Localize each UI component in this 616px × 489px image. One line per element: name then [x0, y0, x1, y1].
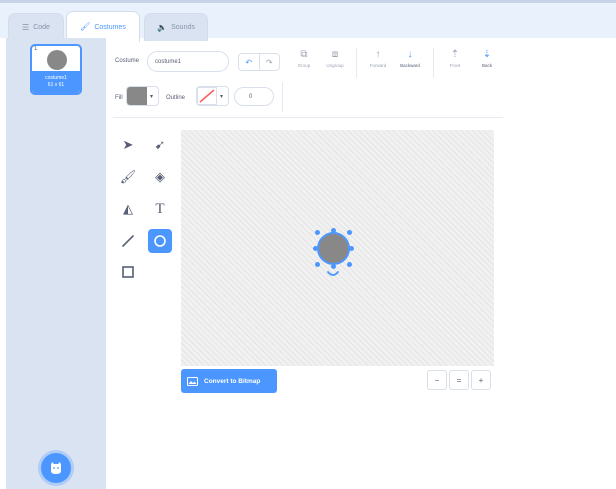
eraser-tool[interactable]: ◈: [148, 165, 172, 189]
speaker-icon: 🔈: [157, 22, 168, 32]
arrow-top-icon: ⇡: [450, 49, 460, 60]
back-label: Back: [481, 63, 492, 68]
fill-swatch: [127, 87, 147, 105]
rectangle-tool[interactable]: [116, 260, 140, 284]
convert-to-bitmap-button[interactable]: Convert to Bitmap: [181, 369, 277, 393]
line-tool[interactable]: [116, 229, 140, 253]
chevron-down-icon: ▾: [150, 93, 154, 100]
pointer-icon: ➤: [122, 137, 134, 152]
tab-code-label: Code: [33, 24, 50, 31]
fill-tool[interactable]: ◭: [116, 197, 140, 221]
forward-label: Forward: [369, 63, 387, 68]
arrow-up-icon: ↑: [375, 49, 381, 60]
eraser-icon: ◈: [155, 169, 165, 184]
costume-name-label: Costume: [115, 58, 140, 64]
tab-costumes-label: Costumes: [94, 23, 126, 31]
rectangle-icon: [122, 266, 134, 278]
brush-tool[interactable]: 🖌: [116, 165, 140, 189]
chevron-down-icon: ▾: [220, 93, 224, 100]
costume-name-input[interactable]: costume1: [147, 51, 229, 72]
reshape-tool[interactable]: ➹: [148, 133, 172, 157]
resize-handle[interactable]: [347, 230, 352, 235]
backward-label: Backward: [400, 63, 420, 68]
back-button[interactable]: ⇣ Back: [476, 49, 498, 69]
toolbar-divider: [433, 48, 434, 78]
select-tool[interactable]: ➤: [116, 133, 140, 157]
reshape-icon: ➹: [154, 137, 166, 152]
rotate-handle-icon[interactable]: [326, 270, 340, 278]
fill-color-picker[interactable]: ▾: [126, 86, 159, 106]
tab-code[interactable]: ☰ Code: [8, 13, 64, 41]
outline-width-input[interactable]: 0: [234, 87, 274, 106]
outline-color-picker[interactable]: ▾: [196, 86, 229, 106]
resize-handle[interactable]: [347, 262, 352, 267]
costume-tile[interactable]: 1 costume1 61 x 61: [30, 44, 82, 95]
zoom-out-button[interactable]: −: [427, 370, 447, 390]
front-button[interactable]: ⇡ Front: [444, 49, 466, 69]
brush-icon: 🖌: [80, 22, 91, 31]
group-icon: ⧉: [300, 49, 308, 60]
undo-icon[interactable]: ↶: [239, 54, 259, 70]
costume-info: costume1 61 x 61: [32, 71, 80, 93]
costume-index: 1: [34, 46, 38, 52]
resize-handle[interactable]: [315, 230, 320, 235]
zoom-in-icon: +: [478, 375, 484, 385]
redo-icon[interactable]: ↷: [258, 54, 280, 70]
backward-button[interactable]: ↓ Backward: [399, 49, 421, 69]
resize-handle[interactable]: [315, 262, 320, 267]
costume-name: costume1: [45, 75, 67, 81]
zoom-controls: − = +: [427, 370, 491, 390]
outline-label: Outline: [166, 95, 186, 101]
image-icon: [187, 376, 198, 386]
resize-handle[interactable]: [331, 228, 336, 233]
toolbar-divider: [356, 48, 357, 78]
ungroup-icon: ⧈: [331, 49, 339, 60]
circle-tool[interactable]: [148, 229, 172, 253]
add-costume-button[interactable]: [41, 453, 71, 483]
forward-button[interactable]: ↑ Forward: [367, 49, 389, 69]
code-icon: ☰: [22, 22, 30, 32]
toolbar-separator: [113, 117, 503, 118]
zoom-out-icon: −: [434, 375, 440, 385]
paint-bucket-icon: ◭: [123, 201, 133, 216]
tab-sounds[interactable]: 🔈 Sounds: [144, 13, 208, 41]
brush-icon: 🖌: [119, 169, 137, 184]
resize-handle[interactable]: [313, 246, 318, 251]
no-color-icon: [197, 87, 217, 105]
text-icon: T: [155, 200, 165, 217]
text-tool[interactable]: T: [148, 197, 172, 221]
line-icon: [122, 235, 134, 247]
selected-circle-shape[interactable]: [317, 232, 350, 265]
costume-list: 1 costume1 61 x 61: [6, 38, 106, 489]
toolbar-divider: [282, 82, 283, 112]
costume-thumbnail: [47, 50, 67, 70]
ungroup-button[interactable]: ⧈ Ungroup: [324, 49, 346, 69]
convert-label: Convert to Bitmap: [204, 377, 261, 385]
ungroup-label: Ungroup: [326, 63, 344, 68]
zoom-in-button[interactable]: +: [471, 370, 491, 390]
group-label: Group: [297, 63, 311, 68]
resize-handle[interactable]: [331, 264, 336, 269]
resize-handle[interactable]: [349, 246, 354, 251]
costume-size: 61 x 61: [47, 82, 65, 88]
arrow-bottom-icon: ⇣: [482, 49, 492, 60]
arrow-down-icon: ↓: [407, 49, 413, 60]
tab-sounds-label: Sounds: [171, 24, 195, 31]
zoom-reset-button[interactable]: =: [449, 370, 469, 390]
undo-redo-group: ↶ ↷: [238, 53, 280, 71]
editor-tab-bar: ☰ Code 🖌 Costumes 🔈 Sounds: [0, 0, 616, 42]
front-label: Front: [449, 63, 461, 68]
circle-icon: [154, 235, 166, 247]
group-button[interactable]: ⧉ Group: [293, 49, 315, 69]
cat-add-icon: [51, 462, 61, 474]
zoom-reset-icon: =: [456, 375, 462, 385]
fill-label: Fill: [115, 95, 123, 101]
